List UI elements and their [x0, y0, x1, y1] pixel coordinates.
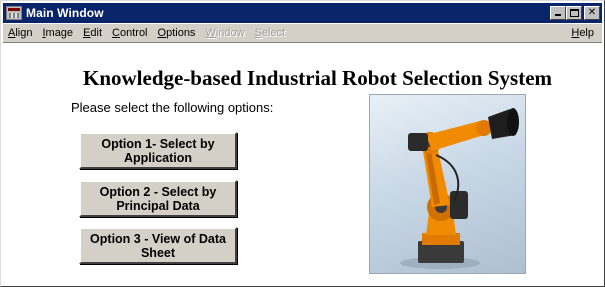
menu-bar: Align Image Edit Control Options Window … — [3, 24, 602, 43]
menu-help-label: elp — [579, 27, 594, 39]
menu-align-label: lign — [15, 27, 33, 39]
menu-options-label: ptions — [166, 27, 196, 39]
page-title: Knowledge-based Industrial Robot Selecti… — [82, 66, 553, 90]
menu-select-label: elect — [261, 27, 286, 39]
menu-edit-label: dit — [90, 27, 103, 39]
window-title: Main Window — [26, 6, 104, 20]
menu-align[interactable]: Align — [3, 27, 37, 39]
robot-image — [369, 94, 526, 274]
close-button[interactable]: ✕ — [584, 6, 600, 20]
main-window: Main Window ✕ Align Image Edit Control O… — [0, 0, 605, 287]
menu-window-label: indow — [215, 27, 245, 39]
menu-select-accel: S — [254, 27, 262, 39]
robot-arm-illustration — [400, 108, 519, 269]
menu-select: Select — [250, 27, 291, 39]
option-1-button[interactable]: Option 1- Select by Application — [79, 132, 237, 169]
menu-image[interactable]: Image — [37, 27, 78, 39]
menu-image-label: mage — [45, 27, 74, 39]
menu-window: Window — [200, 27, 249, 39]
app-icon[interactable] — [6, 6, 22, 20]
option-3-button[interactable]: Option 3 - View of Data Sheet — [79, 227, 237, 264]
title-bar[interactable]: Main Window ✕ — [3, 3, 602, 23]
menu-options-accel: O — [157, 27, 167, 39]
maximize-button[interactable] — [566, 6, 582, 20]
window-controls: ✕ — [550, 6, 600, 20]
menu-control-accel: C — [112, 27, 120, 39]
menu-window-accel: W — [205, 27, 216, 39]
client-area: Knowledge-based Industrial Robot Selecti… — [3, 44, 602, 285]
menu-control[interactable]: Control — [107, 27, 152, 39]
menu-edit[interactable]: Edit — [78, 27, 107, 39]
close-icon: ✕ — [587, 7, 597, 18]
menu-control-label: ontrol — [119, 27, 148, 39]
menu-options[interactable]: Options — [153, 27, 201, 39]
menu-help[interactable]: Help — [566, 27, 599, 39]
option-2-button[interactable]: Option 2 - Select by Principal Data — [79, 180, 237, 217]
minimize-button[interactable] — [550, 6, 566, 20]
maximize-icon — [570, 9, 579, 17]
minimize-icon — [555, 14, 561, 16]
instruction-text: Please select the following options: — [71, 100, 274, 115]
